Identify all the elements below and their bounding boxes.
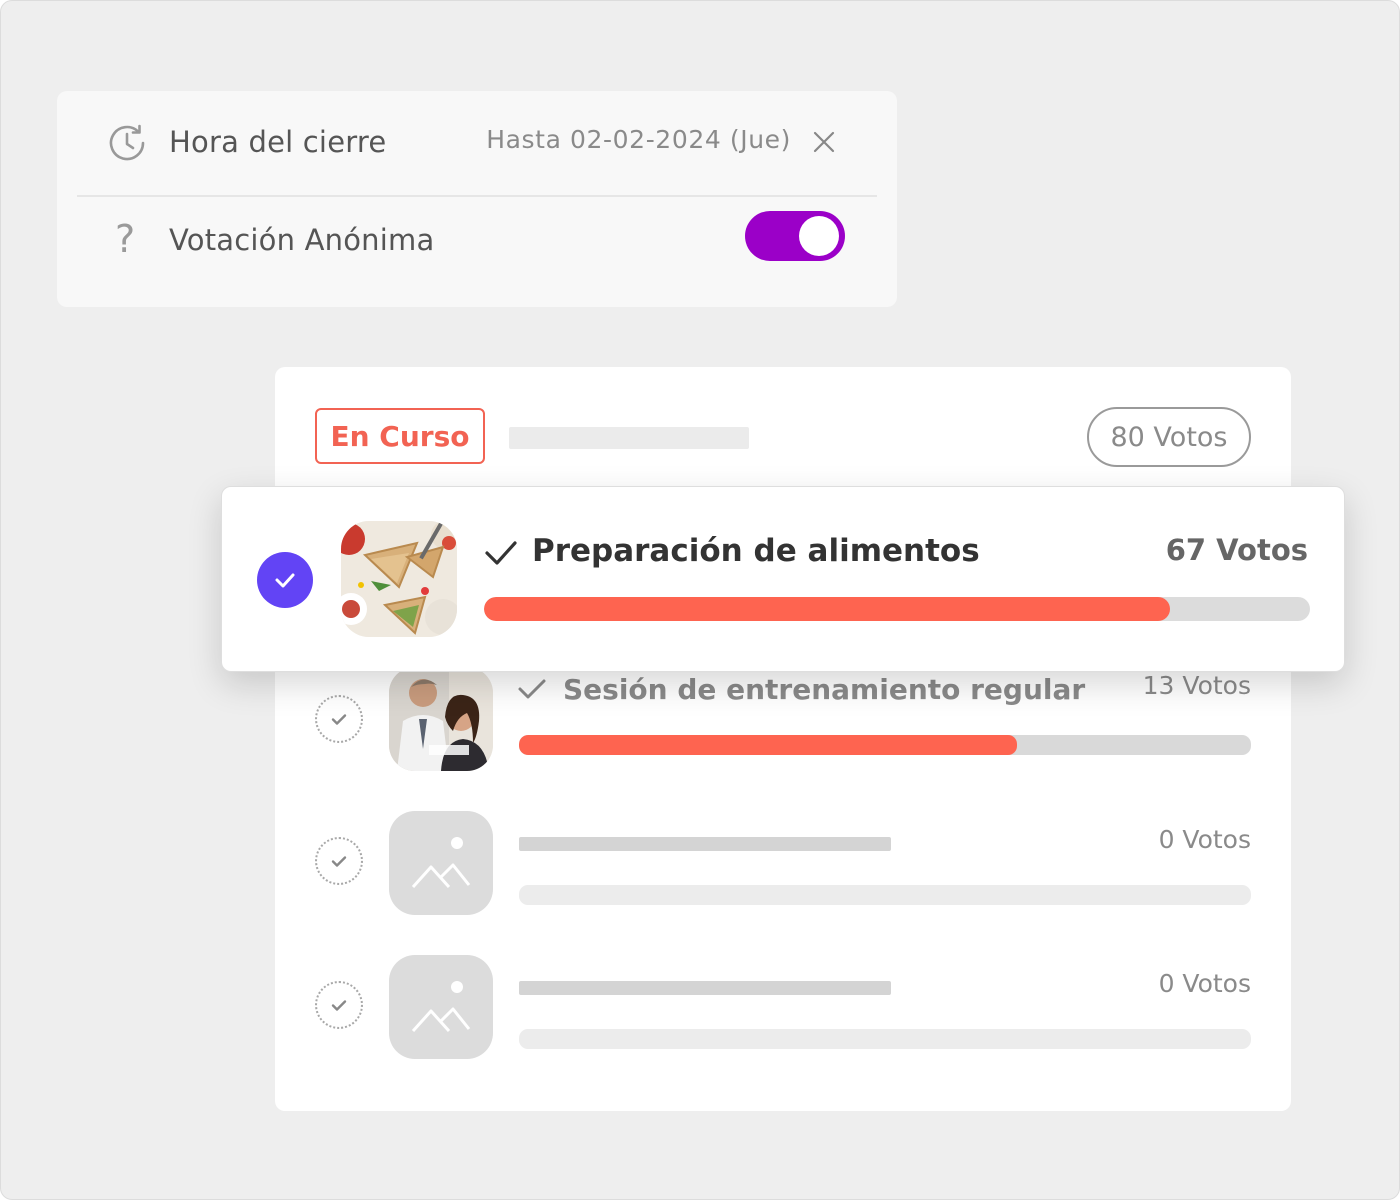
closing-time-row[interactable]: Hora del cierre Hasta 02-02-2024 (Jue): [57, 91, 897, 195]
option-name-placeholder: [519, 837, 891, 851]
clock-history-icon: [109, 124, 145, 161]
option-radio[interactable]: [315, 837, 363, 885]
option-radio[interactable]: [315, 695, 363, 743]
image-placeholder-icon: [389, 955, 493, 1059]
option-radio[interactable]: [315, 981, 363, 1029]
poll-option[interactable]: 0 Votos: [275, 811, 1291, 921]
option-progress-track: [484, 597, 1310, 621]
check-icon: [331, 1000, 347, 1011]
option-progress-fill: [519, 735, 1017, 755]
poll-option[interactable]: 0 Votos: [275, 955, 1291, 1065]
option-votes: 67 Votos: [1165, 533, 1308, 567]
food-photo: [341, 521, 457, 637]
option-name: Preparación de alimentos: [532, 533, 980, 569]
anonymous-vote-label: Votación Anónima: [169, 223, 435, 257]
poll-option[interactable]: Sesión de entrenamiento regular 13 Votos: [275, 667, 1291, 777]
poll-title-placeholder: [509, 427, 749, 449]
option-radio-selected[interactable]: [257, 552, 313, 608]
option-progress-track: [519, 1029, 1251, 1049]
selected-poll-option[interactable]: Preparación de alimentos 67 Votos: [221, 486, 1345, 672]
option-votes: 0 Votos: [1158, 969, 1251, 998]
image-placeholder-icon: [389, 811, 493, 915]
check-icon: [331, 856, 347, 867]
anonymous-vote-row: ? Votación Anónima: [57, 197, 897, 301]
help-icon: ?: [115, 217, 136, 261]
status-badge: En Curso: [315, 408, 485, 464]
option-votes: 13 Votos: [1142, 671, 1251, 700]
check-icon: [331, 714, 347, 725]
poll-settings-card: Hora del cierre Hasta 02-02-2024 (Jue) ?…: [57, 91, 897, 307]
check-icon: [485, 541, 517, 565]
anonymous-vote-toggle[interactable]: [745, 211, 845, 261]
toggle-knob: [799, 216, 839, 256]
option-name: Sesión de entrenamiento regular: [563, 673, 1086, 706]
option-name-placeholder: [519, 981, 891, 995]
option-progress-track: [519, 735, 1251, 755]
total-votes-badge: 80 Votos: [1087, 407, 1251, 467]
training-photo: [389, 667, 493, 771]
closing-time-value[interactable]: Hasta 02-02-2024 (Jue): [486, 125, 791, 154]
option-votes: 0 Votos: [1158, 825, 1251, 854]
close-icon[interactable]: [811, 129, 837, 155]
app-canvas: Hora del cierre Hasta 02-02-2024 (Jue) ?…: [0, 0, 1400, 1200]
check-icon: [275, 573, 295, 588]
check-icon: [518, 679, 546, 699]
poll-card: En Curso 80 Votos Sesión de entrenamient…: [275, 367, 1291, 1111]
option-progress-track: [519, 885, 1251, 905]
option-progress-fill: [484, 597, 1170, 621]
closing-time-label: Hora del cierre: [169, 125, 387, 159]
